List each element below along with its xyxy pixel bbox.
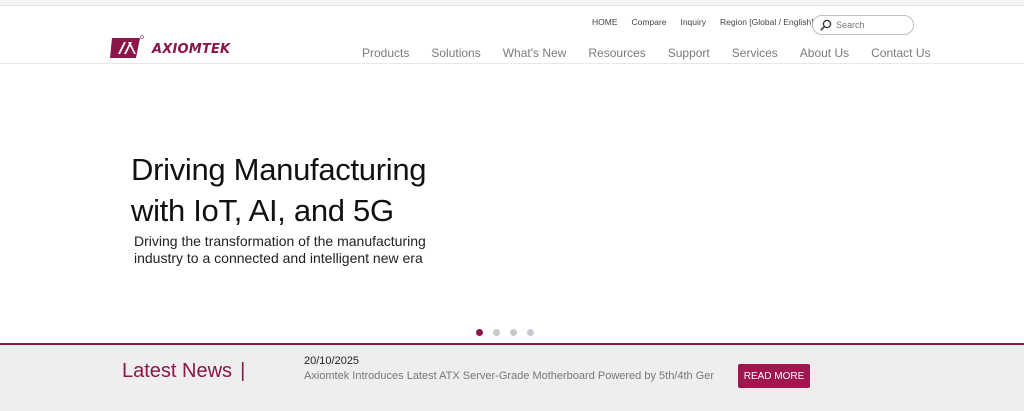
util-nav-region[interactable]: Region [Global / English] xyxy=(720,17,814,27)
nav-resources[interactable]: Resources xyxy=(588,46,645,60)
latest-news-heading: Latest News | xyxy=(122,360,245,383)
search-input[interactable] xyxy=(836,20,906,30)
slide-dot-3[interactable] xyxy=(510,329,517,336)
nav-support[interactable]: Support xyxy=(668,46,710,60)
nav-contact-us[interactable]: Contact Us xyxy=(871,46,930,60)
hero-subtitle-line-2: industry to a connected and intelligent … xyxy=(134,250,423,266)
read-more-button[interactable]: READ MORE xyxy=(738,364,810,388)
util-nav-home[interactable]: HOME xyxy=(592,17,618,27)
hero-title-line-2: with IoT, AI, and 5G xyxy=(131,193,394,228)
search-icon[interactable] xyxy=(820,19,832,31)
latest-news-label: Latest News xyxy=(122,360,233,382)
axiomtek-logo-icon xyxy=(110,35,144,58)
heading-separator: | xyxy=(240,360,246,382)
hero-banner[interactable]: Driving Manufacturing with IoT, AI, and … xyxy=(0,65,1024,343)
utility-nav: HOME Compare Inquiry Region [Global / En… xyxy=(592,17,814,27)
search-box[interactable] xyxy=(812,15,914,35)
nav-whats-new[interactable]: What's New xyxy=(503,46,567,60)
util-nav-compare[interactable]: Compare xyxy=(632,17,667,27)
slide-dot-2[interactable] xyxy=(493,329,500,336)
site-header: AXIOMTEK HOME Compare Inquiry Region [Gl… xyxy=(0,6,1024,64)
util-nav-inquiry[interactable]: Inquiry xyxy=(680,17,706,27)
hero-title: Driving Manufacturing with IoT, AI, and … xyxy=(131,149,427,231)
slide-dot-1[interactable] xyxy=(476,329,483,336)
news-date: 20/10/2025 xyxy=(304,355,360,367)
hero-title-line-1: Driving Manufacturing xyxy=(131,152,427,187)
slide-dot-4[interactable] xyxy=(527,329,534,336)
hero-subtitle-line-1: Driving the transformation of the manufa… xyxy=(134,233,426,249)
brand-logo[interactable]: AXIOMTEK xyxy=(110,31,230,63)
main-nav: Products Solutions What's New Resources … xyxy=(362,46,931,60)
hero-subtitle: Driving the transformation of the manufa… xyxy=(134,233,464,267)
latest-news-bar: Latest News | 20/10/2025 Axiomtek Introdu… xyxy=(0,343,1024,411)
brand-name: AXIOMTEK xyxy=(152,41,231,57)
nav-about-us[interactable]: About Us xyxy=(800,46,849,60)
nav-products[interactable]: Products xyxy=(362,46,409,60)
slider-pagination xyxy=(476,329,544,336)
nav-solutions[interactable]: Solutions xyxy=(431,46,480,60)
news-headline-link[interactable]: Axiomtek Introduces Latest ATX Server-Gr… xyxy=(304,370,714,382)
nav-services[interactable]: Services xyxy=(732,46,778,60)
